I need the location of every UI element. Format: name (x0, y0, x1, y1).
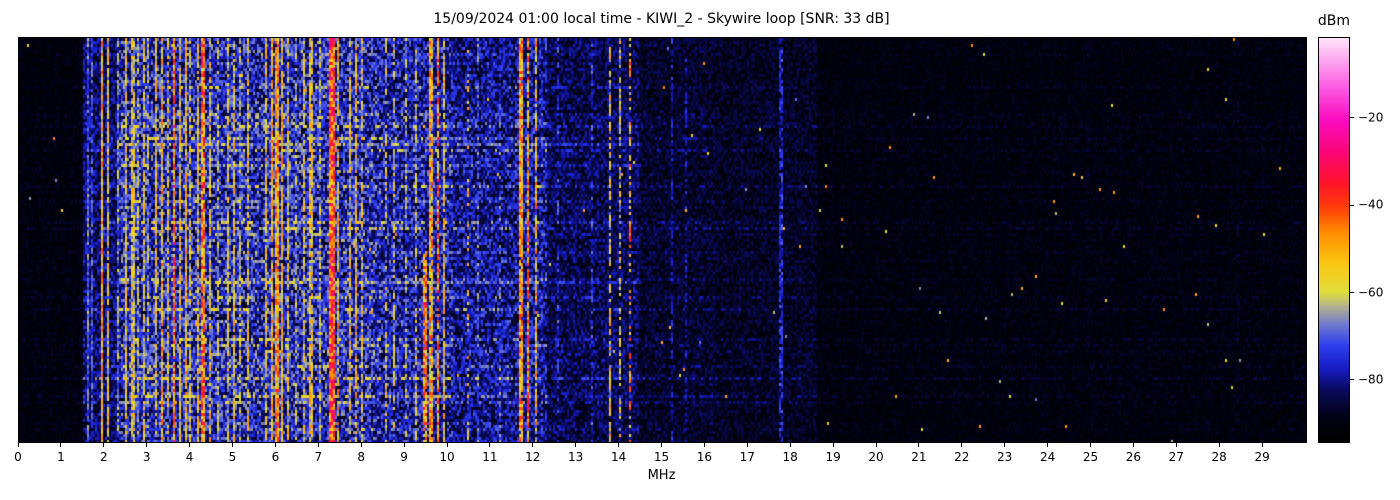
x-tick-mark (1175, 443, 1177, 447)
x-tick-mark (832, 443, 834, 447)
colorbar-tick-label: −60 (1358, 284, 1384, 299)
x-tick-label: 7 (314, 450, 323, 464)
x-tick-label: 1 (57, 450, 65, 464)
x-tick-label: 22 (954, 450, 970, 464)
colorbar-tick-label: −20 (1358, 110, 1384, 125)
x-tick-mark (661, 443, 662, 447)
x-tick-label: 5 (228, 450, 237, 464)
x-tick-mark (1090, 443, 1091, 447)
x-tick-label: 2 (99, 450, 108, 464)
x-tick-mark (403, 443, 405, 447)
colorbar-tick-label: −80 (1358, 372, 1384, 387)
x-tick-label: 18 (782, 450, 798, 464)
x-tick-mark (146, 443, 148, 447)
colorbar-tick-mark (1350, 117, 1354, 119)
x-tick-label: 28 (1211, 450, 1227, 464)
colorbar-unit-label: dBm (1317, 13, 1351, 29)
x-tick-label: 10 (439, 450, 455, 464)
x-tick-mark (189, 443, 191, 447)
x-tick-label: 11 (482, 450, 498, 464)
x-tick-mark (532, 443, 534, 447)
x-tick-label: 20 (868, 450, 884, 464)
x-tick-label: 4 (185, 450, 194, 464)
x-tick-mark (317, 443, 319, 447)
x-tick-label: 8 (357, 450, 366, 464)
x-tick-label: 26 (1125, 450, 1142, 464)
x-tick-label: 23 (997, 450, 1013, 464)
x-tick-mark (618, 443, 620, 447)
x-axis-label: MHz (647, 468, 676, 483)
x-tick-mark (489, 443, 491, 447)
x-tick-label: 21 (911, 450, 927, 464)
x-tick-label: 27 (1168, 450, 1184, 464)
x-tick-mark (360, 443, 362, 447)
x-tick-mark (1132, 443, 1134, 447)
x-tick-label: 19 (825, 450, 841, 464)
colorbar-tick-mark (1350, 292, 1354, 293)
x-tick-label: 17 (739, 450, 755, 464)
x-tick-label: 14 (610, 450, 627, 464)
x-tick-mark (274, 443, 276, 447)
colorbar-tick-mark (1350, 204, 1354, 206)
x-tick-mark (17, 443, 19, 447)
x-tick-mark (918, 443, 920, 447)
x-tick-label: 0 (14, 450, 22, 464)
x-tick-label: 16 (696, 450, 713, 464)
x-tick-label: 9 (400, 450, 408, 464)
x-tick-label: 29 (1254, 450, 1270, 464)
x-tick-label: 25 (1082, 450, 1099, 464)
x-tick-mark (875, 443, 877, 447)
x-tick-mark (103, 443, 105, 447)
waterfall-heatmap (18, 37, 1307, 443)
x-tick-mark (789, 443, 791, 447)
plot-title: 15/09/2024 01:00 local time - KIWI_2 - S… (433, 11, 890, 27)
x-tick-mark (961, 443, 963, 447)
spectrogram-figure: 15/09/2024 01:00 local time - KIWI_2 - S… (0, 0, 1400, 500)
x-tick-label: 6 (271, 450, 280, 464)
x-tick-mark (1004, 443, 1006, 447)
x-tick-label: 3 (142, 450, 151, 464)
x-tick-mark (575, 443, 577, 447)
x-tick-mark (1047, 443, 1049, 447)
x-tick-mark (60, 443, 62, 447)
x-tick-mark (232, 443, 233, 447)
x-tick-label: 12 (525, 450, 541, 464)
x-tick-label: 15 (653, 450, 670, 464)
x-tick-mark (446, 443, 448, 447)
x-tick-mark (1218, 443, 1220, 447)
colorbar-tick-mark (1350, 379, 1354, 381)
x-tick-mark (703, 443, 705, 447)
x-tick-mark (1261, 443, 1263, 447)
x-tick-mark (746, 443, 748, 447)
x-tick-label: 13 (568, 450, 584, 464)
colorbar-gradient (1318, 37, 1350, 443)
colorbar-tick-label: −40 (1358, 197, 1384, 212)
x-tick-label: 24 (1039, 450, 1056, 464)
